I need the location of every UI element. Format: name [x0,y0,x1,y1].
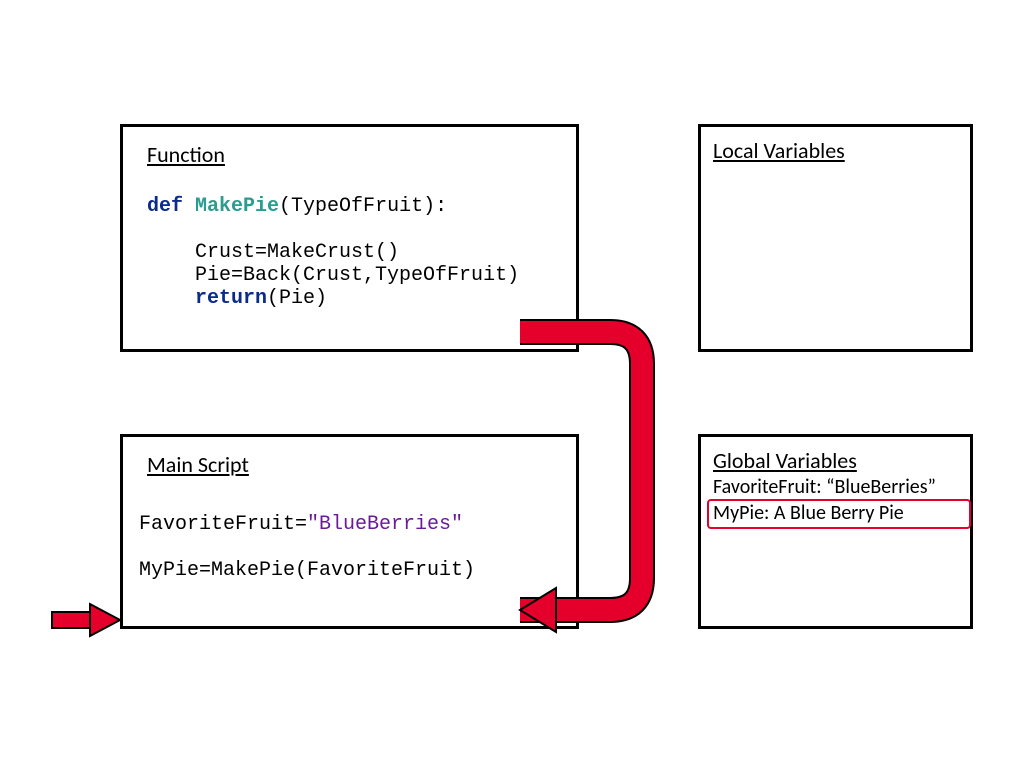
global-variables-title: Global Variables [713,447,857,474]
execution-pointer-arrow-icon [50,600,130,640]
signature-rest: (TypeOfFruit): [279,195,447,218]
main-script-title: Main Script [147,451,249,478]
global-var-line: FavoriteFruit: “BlueBerries” [713,475,936,499]
global-variables-box: Global Variables FavoriteFruit: “BlueBer… [698,434,973,629]
function-title: Function [147,141,225,168]
local-variables-title: Local Variables [713,137,845,164]
code-line: MyPie=MakePie(FavoriteFruit) [139,559,475,582]
string-literal: "BlueBerries" [307,513,463,536]
flow-arrow-curve [0,0,1024,768]
function-code: def MakePie(TypeOfFruit): Crust=MakeCrus… [147,195,519,310]
code-line: Pie=Back(Crust,TypeOfFruit) [195,264,519,287]
highlight-mypie [707,499,971,529]
keyword-def: def [147,195,183,218]
code-line: FavoriteFruit= [139,513,307,536]
keyword-return: return [195,287,267,310]
function-box: Function def MakePie(TypeOfFruit): Crust… [120,124,579,352]
return-rest: (Pie) [267,287,327,310]
local-variables-box: Local Variables [698,124,973,352]
main-script-box: Main Script FavoriteFruit="BlueBerries" … [120,434,579,629]
function-name: MakePie [195,195,279,218]
main-script-code: FavoriteFruit="BlueBerries" MyPie=MakePi… [139,513,475,582]
code-line: Crust=MakeCrust() [195,241,399,264]
